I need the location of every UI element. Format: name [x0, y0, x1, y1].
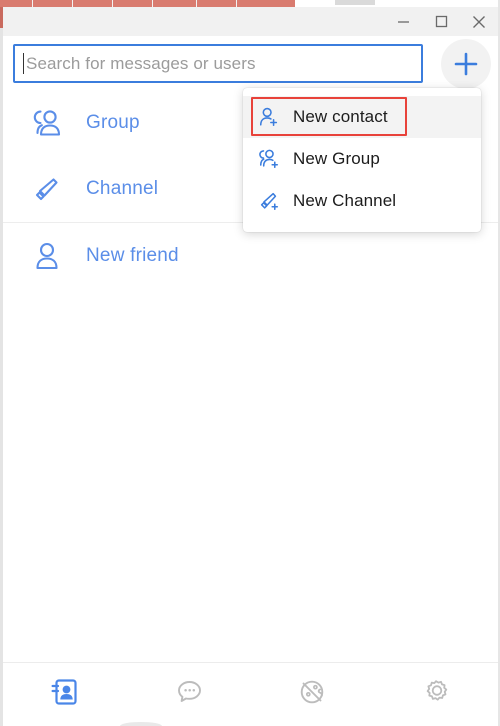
- menu-item-new-channel[interactable]: New Channel: [243, 180, 481, 222]
- close-button[interactable]: [460, 7, 498, 36]
- menu-item-label: New Group: [293, 149, 380, 168]
- nav-settings[interactable]: [374, 663, 498, 726]
- megaphone-icon: [30, 172, 70, 206]
- list-group-secondary: New friend: [3, 223, 498, 289]
- plus-icon: [454, 52, 478, 76]
- sidebar-item-new-friend[interactable]: New friend: [3, 223, 498, 289]
- window-left-border-lower: [0, 28, 3, 726]
- chat-bubbles-icon: [173, 676, 205, 713]
- person-add-icon: [256, 106, 282, 128]
- nav-chats[interactable]: [127, 663, 251, 726]
- sidebar-item-label: Channel: [86, 178, 159, 199]
- group-add-icon: [256, 148, 282, 170]
- add-button[interactable]: [441, 39, 491, 89]
- megaphone-add-icon: [256, 190, 282, 212]
- nav-discover[interactable]: [251, 663, 375, 726]
- nav-bottom-arc-decoration: [120, 722, 162, 726]
- menu-item-label: New Channel: [293, 191, 397, 210]
- group-icon: [30, 106, 70, 140]
- menu-item-new-contact[interactable]: New contact: [243, 96, 481, 138]
- bottom-nav: [3, 662, 498, 726]
- search-row: Search for messages or users: [3, 36, 498, 90]
- person-icon: [30, 239, 70, 273]
- search-input[interactable]: Search for messages or users: [13, 44, 423, 83]
- discover-globe-icon: [296, 676, 328, 713]
- clipped-browser-strip: [0, 0, 295, 7]
- maximize-button[interactable]: [422, 7, 460, 36]
- app-window: Search for messages or users Group Chann…: [0, 0, 500, 726]
- sidebar-item-label: Group: [86, 112, 140, 133]
- minimize-button[interactable]: [384, 7, 422, 36]
- clipped-browser-strip-grey: [335, 0, 375, 5]
- gear-icon: [420, 676, 452, 713]
- search-placeholder: Search for messages or users: [26, 53, 256, 73]
- menu-item-new-group[interactable]: New Group: [243, 138, 481, 180]
- text-caret: [23, 53, 24, 74]
- nav-contacts[interactable]: [3, 663, 127, 726]
- sidebar-item-label: New friend: [86, 245, 179, 266]
- title-bar: [3, 7, 498, 36]
- contacts-book-icon: [49, 676, 81, 713]
- menu-item-label: New contact: [293, 107, 388, 126]
- add-menu-dropdown: New contact New Group New Channel: [243, 88, 481, 232]
